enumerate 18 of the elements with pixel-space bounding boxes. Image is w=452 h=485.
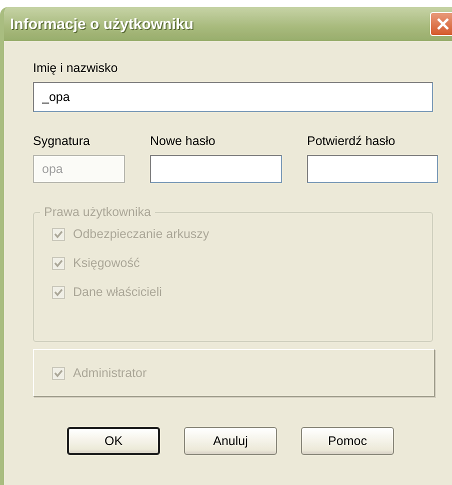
- field-label: Imię i nazwisko: [33, 61, 119, 76]
- input-field[interactable]: [307, 155, 438, 183]
- checkbox-label: Odbezpieczanie arkuszy: [73, 227, 210, 241]
- name-field[interactable]: _opa: [33, 82, 433, 112]
- field-label: Sygnatura: [33, 134, 91, 149]
- group-title: Prawa użytkownika: [43, 205, 152, 219]
- dialog-button[interactable]: Pomoc: [301, 427, 394, 455]
- dialog-button[interactable]: Anuluj: [184, 427, 277, 455]
- checkbox-label: Administrator: [73, 366, 147, 380]
- close-button[interactable]: [430, 12, 452, 36]
- checkbox-label: Dane właścicieli: [73, 285, 162, 299]
- field-label: Nowe hasło: [150, 134, 216, 149]
- close-icon: [436, 17, 450, 31]
- input-field[interactable]: [150, 155, 282, 183]
- window-title: Informacje o użytkowniku: [10, 16, 194, 32]
- field-label: Potwierdź hasło: [307, 134, 396, 149]
- dialog-button[interactable]: OK: [67, 427, 160, 455]
- checkbox-label: Księgowość: [73, 256, 140, 270]
